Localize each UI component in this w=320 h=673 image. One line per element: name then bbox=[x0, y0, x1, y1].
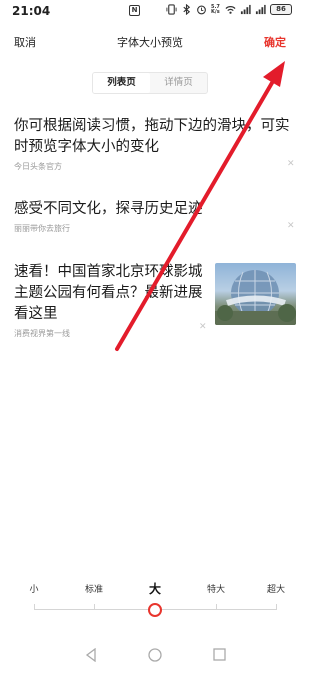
tab-list-page[interactable]: 列表页 bbox=[93, 73, 150, 93]
system-nav-bar bbox=[0, 640, 300, 673]
status-time: 21:04 bbox=[12, 4, 51, 18]
status-bar: 21:04 N 5.7 K/s 86 bbox=[0, 0, 300, 22]
wifi-icon bbox=[225, 6, 236, 14]
page-title: 字体大小预览 bbox=[117, 36, 183, 49]
nfc-icon: N bbox=[129, 5, 140, 16]
alarm-icon bbox=[197, 5, 206, 15]
feed-item[interactable]: 速看！中国首家北京环球影城主题公园有何看点？最新进展看这里 消费视界第一线 bbox=[14, 262, 204, 339]
feed-item-title: 你可根据阅读习惯，拖动下边的滑块，可实时预览字体大小的变化 bbox=[14, 118, 290, 155]
feed-item-source: 消费视界第一线 bbox=[14, 329, 70, 338]
status-icons: 5.7 K/s 86 bbox=[166, 4, 292, 15]
feed-item-title: 速看！中国首家北京环球影城主题公园有何看点？最新进展看这里 bbox=[14, 264, 203, 322]
dismiss-icon[interactable]: ✕ bbox=[287, 159, 295, 169]
signal-icon-2 bbox=[255, 4, 266, 15]
feed-item[interactable]: 你可根据阅读习惯，拖动下边的滑块，可实时预览字体大小的变化 今日头条官方 bbox=[14, 116, 296, 172]
slider-tick bbox=[216, 604, 217, 610]
home-icon[interactable] bbox=[148, 648, 162, 662]
globe-image bbox=[215, 270, 296, 325]
dismiss-icon[interactable]: ✕ bbox=[199, 322, 207, 332]
vibrate-icon bbox=[166, 4, 177, 15]
cancel-button[interactable]: 取消 bbox=[14, 34, 36, 50]
feed-item-source: 今日头条官方 bbox=[14, 162, 62, 171]
font-size-option-xxlarge[interactable]: 超大 bbox=[267, 582, 285, 595]
recents-icon[interactable] bbox=[213, 648, 226, 661]
header: 字体大小预览 取消 确定 bbox=[0, 26, 300, 58]
signal-icon-1 bbox=[240, 4, 251, 15]
feed-item-thumbnail[interactable] bbox=[215, 263, 296, 325]
slider-tick bbox=[34, 604, 35, 610]
bluetooth-icon bbox=[183, 4, 191, 15]
preview-tabs: 列表页 详情页 bbox=[92, 72, 208, 94]
font-size-option-large[interactable]: 大 bbox=[149, 580, 161, 597]
network-speed: 5.7 K/s bbox=[211, 3, 220, 15]
feed-item-source: 丽丽带你去旅行 bbox=[14, 224, 70, 233]
font-size-labels: 小 标准 大 特大 超大 bbox=[0, 582, 300, 598]
font-size-option-xlarge[interactable]: 特大 bbox=[207, 582, 225, 595]
feed-item[interactable]: 感受不同文化，探寻历史足迹 丽丽带你去旅行 bbox=[14, 199, 296, 234]
slider-tick bbox=[94, 604, 95, 610]
font-size-option-standard[interactable]: 标准 bbox=[85, 582, 103, 595]
confirm-button[interactable]: 确定 bbox=[264, 34, 286, 50]
dismiss-icon[interactable]: ✕ bbox=[287, 221, 295, 231]
font-size-slider-handle[interactable] bbox=[148, 603, 162, 617]
font-size-option-small[interactable]: 小 bbox=[29, 582, 38, 595]
feed-item-title: 感受不同文化，探寻历史足迹 bbox=[14, 201, 203, 217]
battery-icon: 86 bbox=[270, 4, 292, 15]
tab-detail-page[interactable]: 详情页 bbox=[150, 73, 207, 93]
back-icon[interactable] bbox=[85, 648, 97, 662]
slider-tick bbox=[276, 604, 277, 610]
